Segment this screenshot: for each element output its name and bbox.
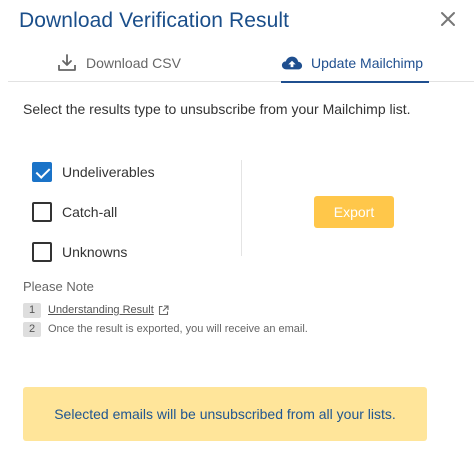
result-type-options: Undeliverables Catch-all Unknowns: [32, 160, 242, 262]
external-link-icon[interactable]: [158, 304, 169, 316]
close-icon[interactable]: [438, 9, 458, 29]
tab-update-mailchimp[interactable]: Update Mailchimp: [281, 44, 430, 83]
download-verification-dialog: Download Verification Result Download CS…: [0, 0, 476, 474]
tab-download-csv[interactable]: Download CSV: [56, 44, 181, 82]
export-button[interactable]: Export: [314, 196, 394, 228]
note-number: 1: [23, 302, 41, 318]
note-item-text: Once the result is exported, you will re…: [48, 323, 308, 335]
note-title: Please Note: [23, 279, 94, 294]
tab-download-csv-label: Download CSV: [86, 55, 181, 71]
option-unknowns[interactable]: Unknowns: [32, 240, 127, 264]
option-undeliverables[interactable]: Undeliverables: [32, 160, 155, 184]
option-unknowns-label: Unknowns: [62, 244, 128, 260]
checkbox-catch-all[interactable]: [32, 202, 52, 222]
dialog-title: Download Verification Result: [19, 9, 290, 32]
checkbox-unknowns[interactable]: [32, 242, 52, 262]
understanding-result-link[interactable]: Understanding Result: [48, 304, 154, 316]
instruction-text: Select the results type to unsubscribe f…: [23, 101, 411, 117]
option-catch-all[interactable]: Catch-all: [32, 200, 117, 224]
option-catch-all-label: Catch-all: [62, 204, 118, 220]
tab-update-mailchimp-label: Update Mailchimp: [311, 55, 424, 71]
download-icon: [56, 52, 78, 74]
cloud-upload-icon: [281, 52, 303, 74]
note-item-2: 2 Once the result is exported, you will …: [23, 321, 308, 337]
tab-bar: Download CSV Update Mailchimp: [8, 44, 474, 83]
option-undeliverables-label: Undeliverables: [62, 164, 155, 180]
note-number: 2: [23, 321, 41, 337]
banner-text: Selected emails will be unsubscribed fro…: [54, 406, 396, 422]
checkbox-undeliverables[interactable]: [32, 162, 52, 182]
note-item-1: 1 Understanding Result: [23, 302, 169, 318]
unsubscribe-info-banner: Selected emails will be unsubscribed fro…: [23, 387, 427, 441]
